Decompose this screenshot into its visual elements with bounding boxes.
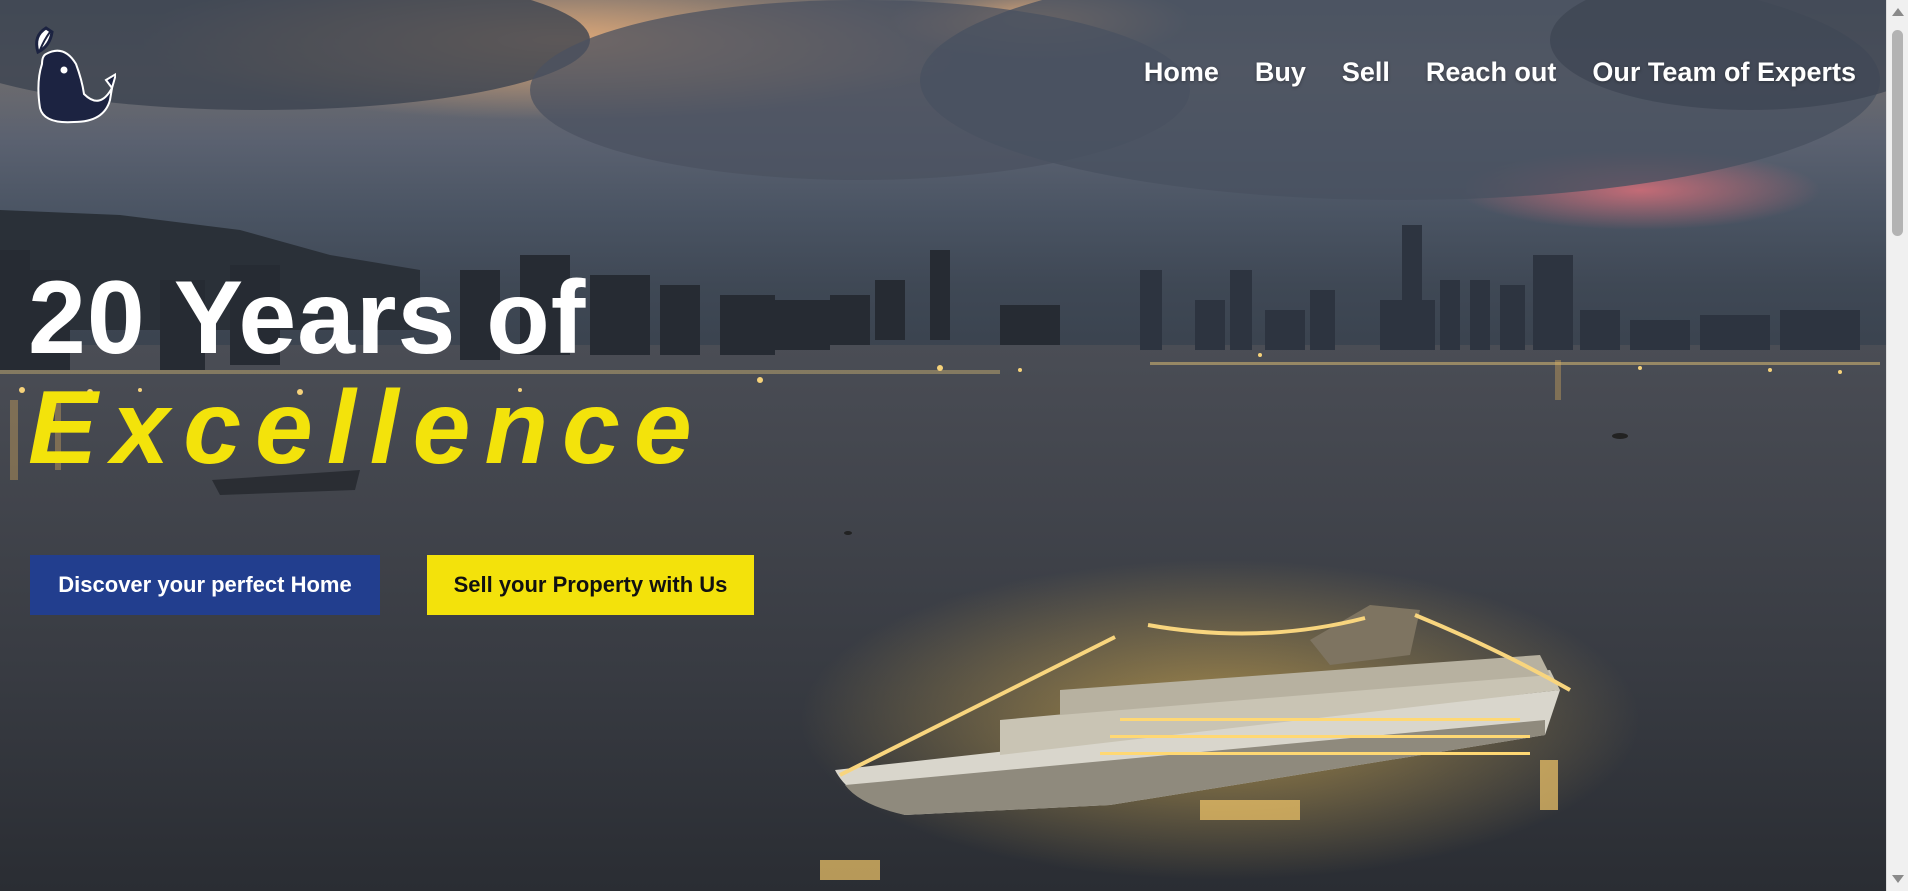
scrollbar-thumb[interactable] xyxy=(1892,30,1903,236)
nav-link-our-team[interactable]: Our Team of Experts xyxy=(1574,52,1874,92)
nav-link-buy[interactable]: Buy xyxy=(1237,52,1324,92)
scroll-down-arrow-icon[interactable] xyxy=(1892,875,1904,883)
nav-link-home[interactable]: Home xyxy=(1126,52,1237,92)
nav-link-reach-out[interactable]: Reach out xyxy=(1408,52,1575,92)
sell-property-button[interactable]: Sell your Property with Us xyxy=(427,555,754,615)
whale-with-leaf-logo[interactable] xyxy=(28,22,116,124)
nav-link-sell[interactable]: Sell xyxy=(1324,52,1408,92)
main-nav: Home Buy Sell Reach out Our Team of Expe… xyxy=(1126,52,1874,92)
hero-section: Home Buy Sell Reach out Our Team of Expe… xyxy=(0,0,1886,891)
scroll-up-arrow-icon[interactable] xyxy=(1892,8,1904,16)
hero-headline-line2: Excellence xyxy=(28,370,706,486)
discover-home-button[interactable]: Discover your perfect Home xyxy=(30,555,380,615)
page-scrollbar[interactable] xyxy=(1886,0,1908,891)
hero-headline-line1: 20 Years of xyxy=(28,260,587,376)
page: Home Buy Sell Reach out Our Team of Expe… xyxy=(0,0,1908,891)
